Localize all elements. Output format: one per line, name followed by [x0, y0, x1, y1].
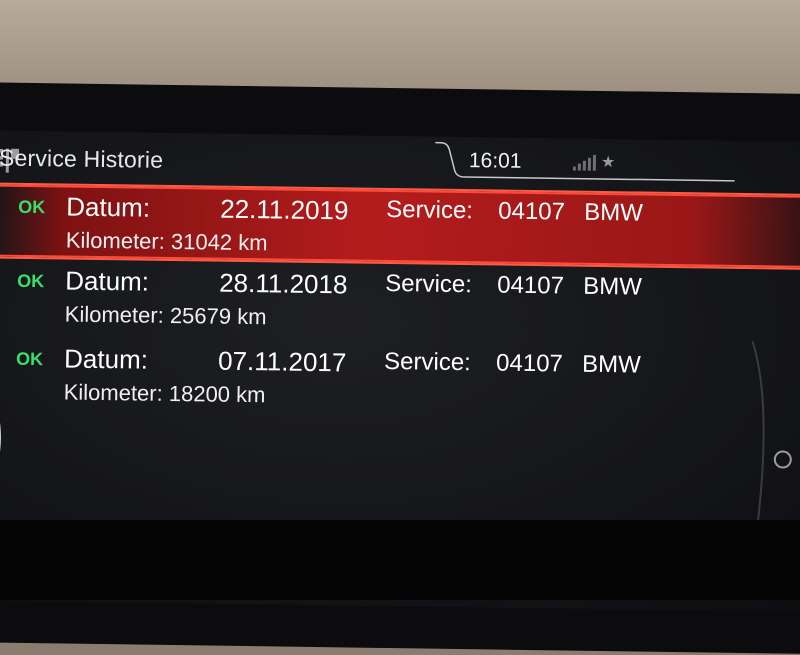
mileage-value: 25679 km [169, 302, 267, 330]
service-code: 04107 [498, 197, 566, 226]
service-history-list: OK Datum: 22.11.2019 Service: 04107 BMW … [0, 182, 800, 426]
mileage: Kilometer: 18200 km [63, 379, 266, 408]
scroll-indicator-decor [751, 340, 792, 522]
status-ok-badge: OK [17, 270, 45, 292]
list-item[interactable]: OK Datum: 22.11.2019 Service: 04107 BMW … [0, 182, 800, 270]
date-value: 22.11.2019 [220, 193, 349, 226]
service-brand: BMW [581, 350, 641, 379]
mileage-value: 31042 km [170, 228, 268, 256]
service-brand: BMW [584, 198, 644, 227]
list-item[interactable]: OK Datum: 07.11.2017 Service: 04107 BMW … [0, 337, 800, 426]
service-label: Service: [383, 347, 472, 377]
mileage-label: Kilometer: [65, 227, 166, 254]
signal-bars-icon [572, 154, 597, 171]
page-title: Service Historie [0, 144, 164, 173]
date-value: 28.11.2018 [219, 267, 348, 300]
bottom-bezel [0, 520, 800, 600]
date-value: 07.11.2017 [217, 345, 347, 378]
status-ok-badge: OK [16, 348, 44, 370]
service-code: 04107 [495, 349, 564, 378]
service-label: Service: [386, 195, 474, 225]
mileage: Kilometer: 31042 km [66, 227, 268, 256]
list-item[interactable]: OK Datum: 28.11.2018 Service: 04107 BMW … [0, 259, 800, 348]
status-ok-badge: OK [18, 196, 46, 218]
clock: 16:01 [468, 149, 522, 173]
service-label: Service: [385, 269, 473, 299]
status-bar: 16:01 ★ [435, 141, 736, 185]
service-code: 04107 [497, 271, 565, 300]
mileage-label: Kilometer: [63, 379, 163, 406]
date-label: Datum: [65, 265, 150, 297]
date-label: Datum: [66, 191, 151, 223]
date-label: Datum: [63, 343, 149, 375]
mileage-value: 18200 km [168, 380, 266, 408]
mileage: Kilometer: 25679 km [65, 301, 267, 330]
bluetooth-icon: ★ [600, 153, 616, 172]
service-brand: BMW [583, 272, 643, 301]
mileage-label: Kilometer: [64, 301, 164, 328]
